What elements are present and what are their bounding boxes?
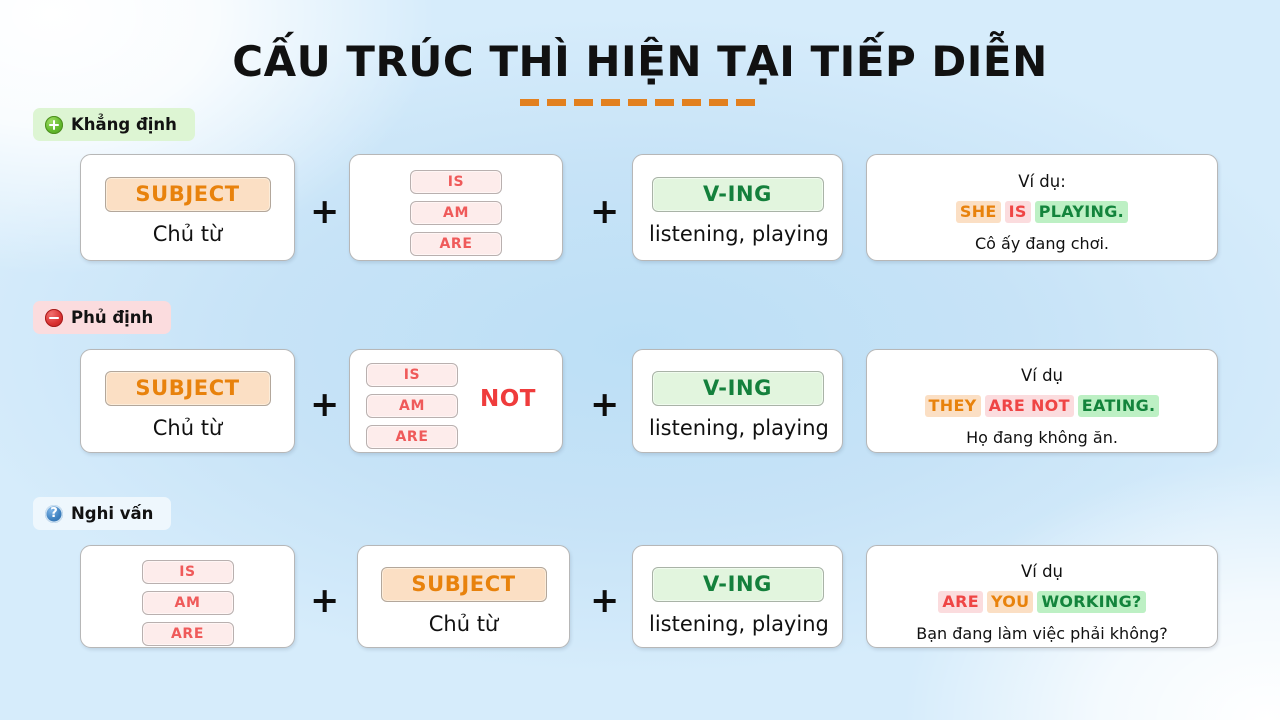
plus-circle-icon <box>45 115 63 134</box>
not-word: NOT <box>480 386 536 412</box>
title-block: CẤU TRÚC THÌ HIỆN TẠI TIẾP DIỄN <box>0 37 1280 107</box>
section-label-text: Nghi vấn <box>71 504 154 523</box>
title-underline-decoration <box>520 99 760 107</box>
be-option-am: AM <box>366 394 458 418</box>
be-option-am: AM <box>410 201 502 225</box>
example-card-negative: Ví dụ THEY ARE NOT EATING. Họ đang không ă… <box>866 349 1218 453</box>
example-card-question: Ví dụ ARE YOU WORKING? Bạn đang làm việc p… <box>866 545 1218 648</box>
subject-card-negative: SUBJECT Chủ từ <box>80 349 295 453</box>
ving-label: listening, playing <box>649 222 829 246</box>
be-options-stack: IS AM ARE <box>350 170 562 256</box>
example-part-verb: EATING. <box>1077 395 1160 418</box>
page-title: CẤU TRÚC THÌ HIỆN TẠI TIẾP DIỄN <box>232 37 1048 86</box>
be-option-are: ARE <box>410 232 502 256</box>
example-part-be: ARE NOT <box>984 395 1074 418</box>
example-part-subject: SHE <box>955 201 1001 224</box>
be-option-is: IS <box>366 363 458 387</box>
subject-chip: SUBJECT <box>104 177 271 212</box>
be-option-is: IS <box>410 170 502 194</box>
slide-canvas: CẤU TRÚC THÌ HIỆN TẠI TIẾP DIỄN Khẳng đị… <box>0 0 1280 720</box>
ving-label: listening, playing <box>649 612 829 636</box>
ving-label: listening, playing <box>649 416 829 440</box>
example-sentence: ARE YOU WORKING? <box>879 591 1205 614</box>
verb-card-negative: V-ING listening, playing <box>632 349 843 453</box>
example-part-be: IS <box>1004 201 1031 224</box>
be-option-are: ARE <box>141 622 234 646</box>
example-heading: Ví dụ <box>1020 562 1064 581</box>
be-option-are: ARE <box>366 425 458 449</box>
example-part-verb: WORKING? <box>1037 591 1146 614</box>
example-sentence: THEY ARE NOT EATING. <box>879 395 1205 418</box>
ving-chip: V-ING <box>651 177 824 212</box>
operator-plus-1-negative: + <box>310 385 340 425</box>
subject-card-affirmative: SUBJECT Chủ từ <box>80 154 295 261</box>
be-options-stack: IS AM ARE <box>366 363 458 449</box>
section-label-negative: Phủ định <box>33 301 172 334</box>
section-label-text: Khẳng định <box>71 115 177 134</box>
example-heading: Ví dụ <box>1020 366 1064 385</box>
ving-chip: V-ING <box>651 567 824 602</box>
section-label-affirmative: Khẳng định <box>33 108 195 141</box>
section-label-question: Nghi vấn <box>33 497 172 530</box>
operator-plus-1-question: + <box>310 581 340 621</box>
example-translation: Họ đang không ăn. <box>966 428 1118 448</box>
minus-circle-icon <box>45 308 63 327</box>
verb-card-question: V-ING listening, playing <box>632 545 843 648</box>
example-part-subject: YOU <box>986 591 1034 614</box>
example-sentence: SHE IS PLAYING. <box>879 201 1205 224</box>
example-part-subject: THEY <box>924 395 981 418</box>
subject-card-question: SUBJECT Chủ từ <box>357 545 570 648</box>
be-verb-card-question: IS AM ARE <box>80 545 295 648</box>
verb-card-affirmative: V-ING listening, playing <box>632 154 843 261</box>
be-option-am: AM <box>141 591 234 615</box>
example-part-verb: PLAYING. <box>1034 201 1129 224</box>
subject-label: Chủ từ <box>152 222 223 246</box>
example-heading: Ví dụ: <box>1018 172 1066 191</box>
ving-chip: V-ING <box>651 371 824 406</box>
example-card-affirmative: Ví dụ: SHE IS PLAYING. Cô ấy đang chơi. <box>866 154 1218 261</box>
subject-chip: SUBJECT <box>104 371 271 406</box>
example-translation: Cô ấy đang chơi. <box>974 234 1109 254</box>
subject-label: Chủ từ <box>428 612 499 636</box>
be-options-stack: IS AM ARE <box>81 560 294 646</box>
be-verb-card-affirmative: IS AM ARE <box>349 154 563 261</box>
be-verb-card-negative: IS AM ARE NOT <box>349 349 563 453</box>
operator-plus-2-question: + <box>590 581 620 621</box>
section-label-text: Phủ định <box>71 308 154 327</box>
question-circle-icon <box>45 504 63 523</box>
example-part-be: ARE <box>938 591 983 614</box>
example-translation: Bạn đang làm việc phải không? <box>916 624 1168 644</box>
subject-chip: SUBJECT <box>380 567 547 602</box>
be-option-is: IS <box>141 560 234 584</box>
subject-label: Chủ từ <box>152 416 223 440</box>
operator-plus-2-negative: + <box>590 385 620 425</box>
operator-plus-1-affirmative: + <box>310 192 340 232</box>
operator-plus-2-affirmative: + <box>590 192 620 232</box>
